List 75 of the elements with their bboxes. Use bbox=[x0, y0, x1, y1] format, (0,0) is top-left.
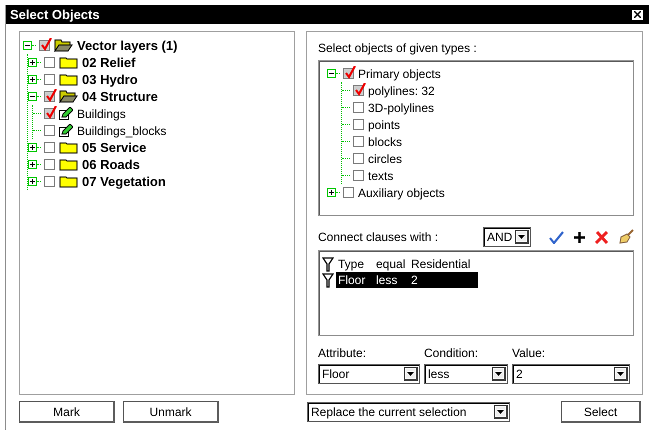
field-label: Condition: bbox=[424, 346, 480, 360]
expand-icon[interactable] bbox=[28, 177, 37, 186]
layer-name[interactable]: 06 Roads bbox=[82, 157, 140, 172]
checkbox[interactable] bbox=[44, 142, 55, 153]
folder-icon bbox=[59, 175, 78, 188]
checkbox[interactable] bbox=[39, 40, 50, 51]
layer-name[interactable]: 05 Service bbox=[82, 140, 146, 155]
select-button[interactable]: Select bbox=[561, 401, 641, 423]
add-icon[interactable] bbox=[574, 232, 585, 242]
object-type[interactable]: Auxiliary objects bbox=[358, 186, 445, 200]
filter-icon bbox=[322, 256, 334, 272]
layer-name[interactable]: 02 Relief bbox=[82, 55, 136, 70]
checkbox[interactable] bbox=[44, 176, 55, 187]
brush-icon[interactable] bbox=[618, 229, 634, 245]
object-type[interactable]: points bbox=[368, 118, 400, 132]
expand-icon[interactable] bbox=[28, 58, 37, 67]
collapse-icon[interactable] bbox=[327, 69, 336, 78]
pencil-icon bbox=[59, 124, 73, 137]
checkbox[interactable] bbox=[44, 57, 55, 68]
clause-row[interactable]: Floor less 2 bbox=[336, 272, 478, 288]
filter-icon bbox=[322, 272, 334, 288]
checkbox[interactable] bbox=[44, 91, 55, 102]
expand-icon[interactable] bbox=[28, 160, 37, 169]
delete-icon[interactable] bbox=[595, 230, 608, 244]
folder-icon bbox=[59, 56, 78, 69]
connect-label: Connect clauses with : bbox=[318, 230, 438, 244]
field-label: Value: bbox=[512, 346, 546, 360]
checkbox[interactable] bbox=[44, 159, 55, 170]
layer-name[interactable]: Buildings_blocks bbox=[77, 124, 166, 138]
types-label: Select objects of given types : bbox=[318, 41, 478, 55]
layer-name[interactable]: 07 Vegetation bbox=[82, 174, 166, 189]
checkbox[interactable] bbox=[353, 85, 364, 96]
object-type[interactable]: blocks bbox=[368, 134, 402, 148]
folder-icon bbox=[59, 73, 78, 86]
checkbox[interactable] bbox=[353, 170, 364, 181]
connect-dropdown[interactable]: AND bbox=[483, 227, 531, 247]
checkbox[interactable] bbox=[343, 68, 354, 79]
object-type[interactable]: texts bbox=[368, 168, 394, 182]
checkbox[interactable] bbox=[44, 108, 55, 119]
mode-dropdown[interactable]: Replace the current selection bbox=[307, 402, 510, 422]
checkbox[interactable] bbox=[353, 119, 364, 130]
folder-icon bbox=[59, 141, 78, 154]
window-title: Select Objects bbox=[10, 7, 100, 22]
object-type[interactable]: 3D-polylines bbox=[368, 100, 434, 114]
close-icon[interactable] bbox=[632, 10, 643, 20]
checkbox[interactable] bbox=[343, 187, 354, 198]
object-type[interactable]: polylines: 32 bbox=[368, 84, 435, 98]
expand-icon[interactable] bbox=[28, 143, 37, 152]
folder-icon bbox=[59, 158, 78, 171]
layer-name[interactable]: 04 Structure bbox=[82, 89, 158, 104]
value-dropdown[interactable]: less bbox=[424, 364, 508, 384]
collapse-icon[interactable] bbox=[23, 41, 32, 50]
checkbox[interactable] bbox=[44, 125, 55, 136]
object-type[interactable]: Primary objects bbox=[358, 66, 441, 80]
open-folder-icon bbox=[59, 90, 78, 103]
checkbox[interactable] bbox=[353, 153, 364, 164]
open-folder-icon bbox=[54, 39, 73, 52]
layer-name[interactable]: 03 Hydro bbox=[82, 72, 138, 87]
mark-button[interactable]: Mark bbox=[19, 401, 115, 423]
layer-name[interactable]: Buildings bbox=[77, 106, 126, 120]
expand-icon[interactable] bbox=[327, 188, 336, 197]
layer-name[interactable]: Vector layers (1) bbox=[77, 38, 178, 53]
value-dropdown[interactable]: Floor bbox=[318, 364, 420, 384]
value-dropdown[interactable]: 2 bbox=[512, 364, 630, 384]
checkbox[interactable] bbox=[353, 136, 364, 147]
unmark-button[interactable]: Unmark bbox=[123, 401, 219, 423]
collapse-icon[interactable] bbox=[28, 92, 37, 101]
expand-icon[interactable] bbox=[28, 75, 37, 84]
field-label: Attribute: bbox=[318, 346, 368, 360]
check-icon[interactable] bbox=[549, 230, 564, 244]
checkbox[interactable] bbox=[44, 74, 55, 85]
clause-row[interactable]: Type equal Residential bbox=[336, 256, 478, 272]
pencil-icon bbox=[59, 107, 73, 120]
object-type[interactable]: circles bbox=[368, 152, 402, 166]
checkbox[interactable] bbox=[353, 102, 364, 113]
